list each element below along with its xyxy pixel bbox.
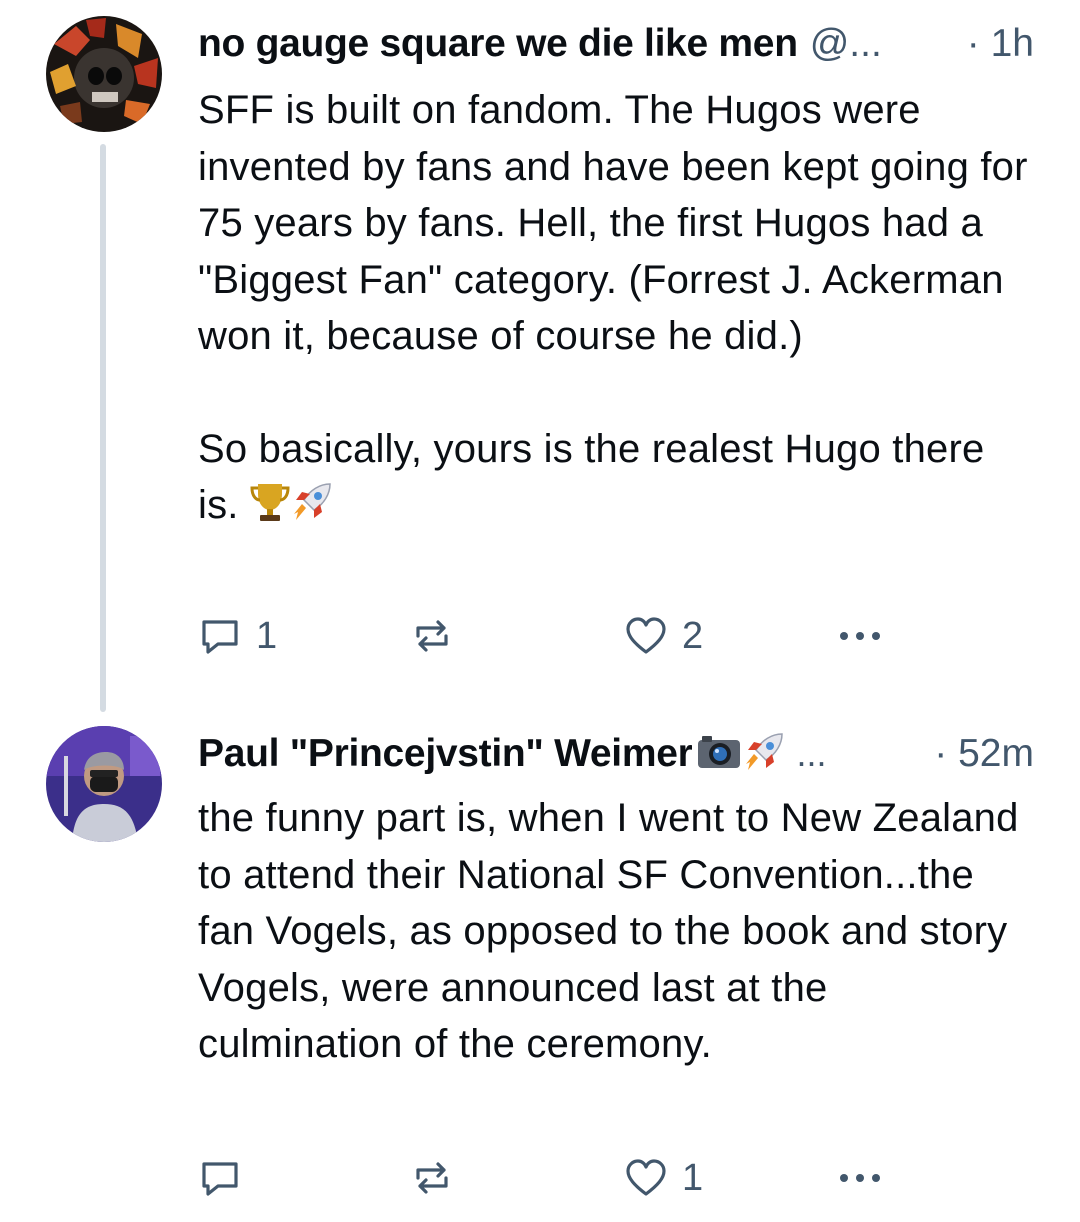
more-options-button[interactable] xyxy=(836,606,884,666)
more-icon xyxy=(836,626,884,646)
post-timestamp[interactable]: · 1h xyxy=(967,22,1034,66)
rocket-icon xyxy=(742,730,786,779)
post-actions: 1 xyxy=(198,1148,898,1208)
repost-button[interactable] xyxy=(410,1148,454,1208)
author-name[interactable]: Paul "Princejvstin" Weimer xyxy=(198,732,692,776)
post-text: the funny part is, when I went to New Ze… xyxy=(198,790,1028,1073)
like-button[interactable]: 2 xyxy=(624,606,703,666)
post-paragraph: the funny part is, when I went to New Ze… xyxy=(198,796,1019,1066)
heart-icon xyxy=(624,1156,668,1200)
author-avatar[interactable] xyxy=(46,16,162,132)
post-text: SFF is built on fandom. The Hugos were i… xyxy=(198,82,1028,540)
repost-icon xyxy=(410,1156,454,1200)
post-1[interactable]: no gauge square we die like men @... · 1… xyxy=(0,0,1080,712)
post-paragraph: SFF is built on fandom. The Hugos were i… xyxy=(198,88,1028,358)
like-count: 1 xyxy=(682,1156,704,1199)
heart-icon xyxy=(624,614,668,658)
post-actions: 1 2 xyxy=(198,606,898,666)
reply-button[interactable] xyxy=(198,1148,242,1208)
reply-icon xyxy=(198,1156,242,1200)
rocket-icon xyxy=(290,480,334,540)
camera-icon xyxy=(696,732,742,777)
repost-icon xyxy=(410,614,454,658)
like-button[interactable]: 1 xyxy=(624,1148,703,1208)
post-paragraph-final: So basically, yours is the realest Hugo … xyxy=(198,421,1028,540)
like-count: 2 xyxy=(682,614,704,657)
author-handle[interactable]: @... xyxy=(810,22,882,66)
reply-icon xyxy=(198,614,242,658)
thread-line xyxy=(100,144,106,712)
more-options-button[interactable] xyxy=(836,1148,884,1208)
trophy-icon xyxy=(250,480,290,540)
repost-button[interactable] xyxy=(410,606,454,666)
author-name-ellipsis: ... xyxy=(796,733,827,774)
post-2[interactable]: Paul "Princejvstin" Weimer ... · 52m the… xyxy=(0,716,1080,1222)
author-name[interactable]: no gauge square we die like men xyxy=(198,22,798,66)
more-icon xyxy=(836,1168,884,1188)
reply-button[interactable]: 1 xyxy=(198,606,277,666)
author-badges xyxy=(696,730,786,779)
post-timestamp[interactable]: · 52m xyxy=(934,732,1034,776)
reply-count: 1 xyxy=(256,614,278,657)
author-avatar[interactable] xyxy=(46,726,162,842)
post-header: Paul "Princejvstin" Weimer ... · 52m xyxy=(198,724,1034,784)
post-header: no gauge square we die like men @... · 1… xyxy=(198,14,1034,74)
